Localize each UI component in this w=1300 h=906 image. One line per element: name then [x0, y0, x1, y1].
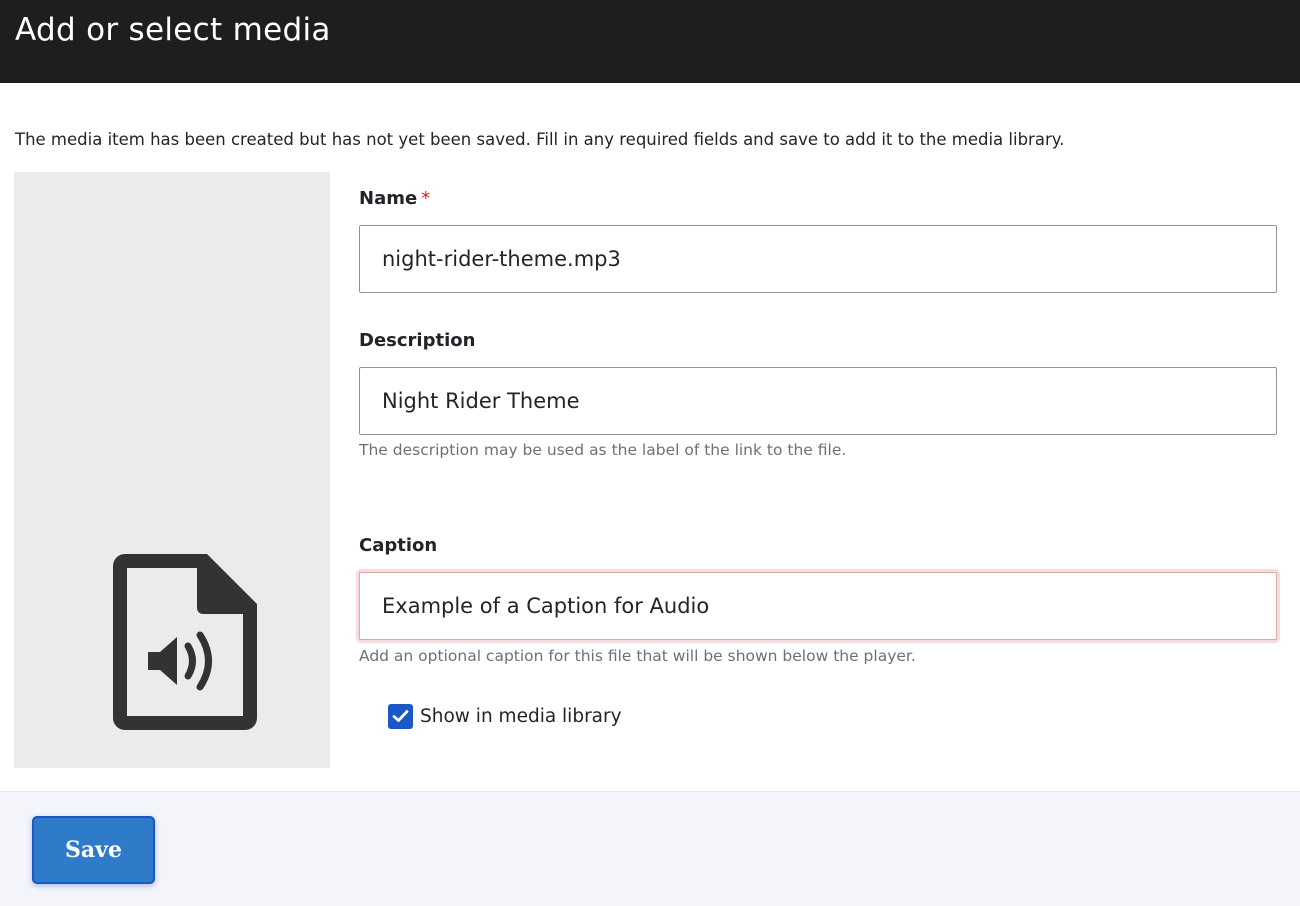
description-help-text: The description may be used as the label… — [359, 441, 847, 459]
dialog-title: Add or select media — [15, 12, 331, 48]
checkmark-icon — [392, 710, 409, 722]
show-in-library-checkbox[interactable] — [388, 703, 413, 729]
name-label: Name * — [359, 187, 430, 211]
status-message: The media item has been created but has … — [15, 130, 1065, 149]
caption-label: Caption — [359, 535, 438, 556]
save-button[interactable]: Save — [32, 816, 155, 884]
audio-file-icon — [113, 554, 257, 730]
show-in-library-row[interactable]: Show in media library — [388, 703, 622, 729]
required-asterisk: * — [421, 188, 431, 209]
name-label-text: Name — [359, 188, 418, 209]
description-input[interactable] — [359, 367, 1277, 435]
description-label: Description — [359, 330, 476, 351]
dialog-actions-bar — [0, 791, 1300, 906]
dialog-title-bar: Add or select media — [0, 0, 1300, 83]
name-input[interactable] — [359, 225, 1277, 293]
caption-help-text: Add an optional caption for this file th… — [359, 647, 916, 665]
media-preview — [14, 172, 330, 768]
show-in-library-label: Show in media library — [420, 705, 622, 727]
caption-input[interactable] — [359, 572, 1277, 640]
